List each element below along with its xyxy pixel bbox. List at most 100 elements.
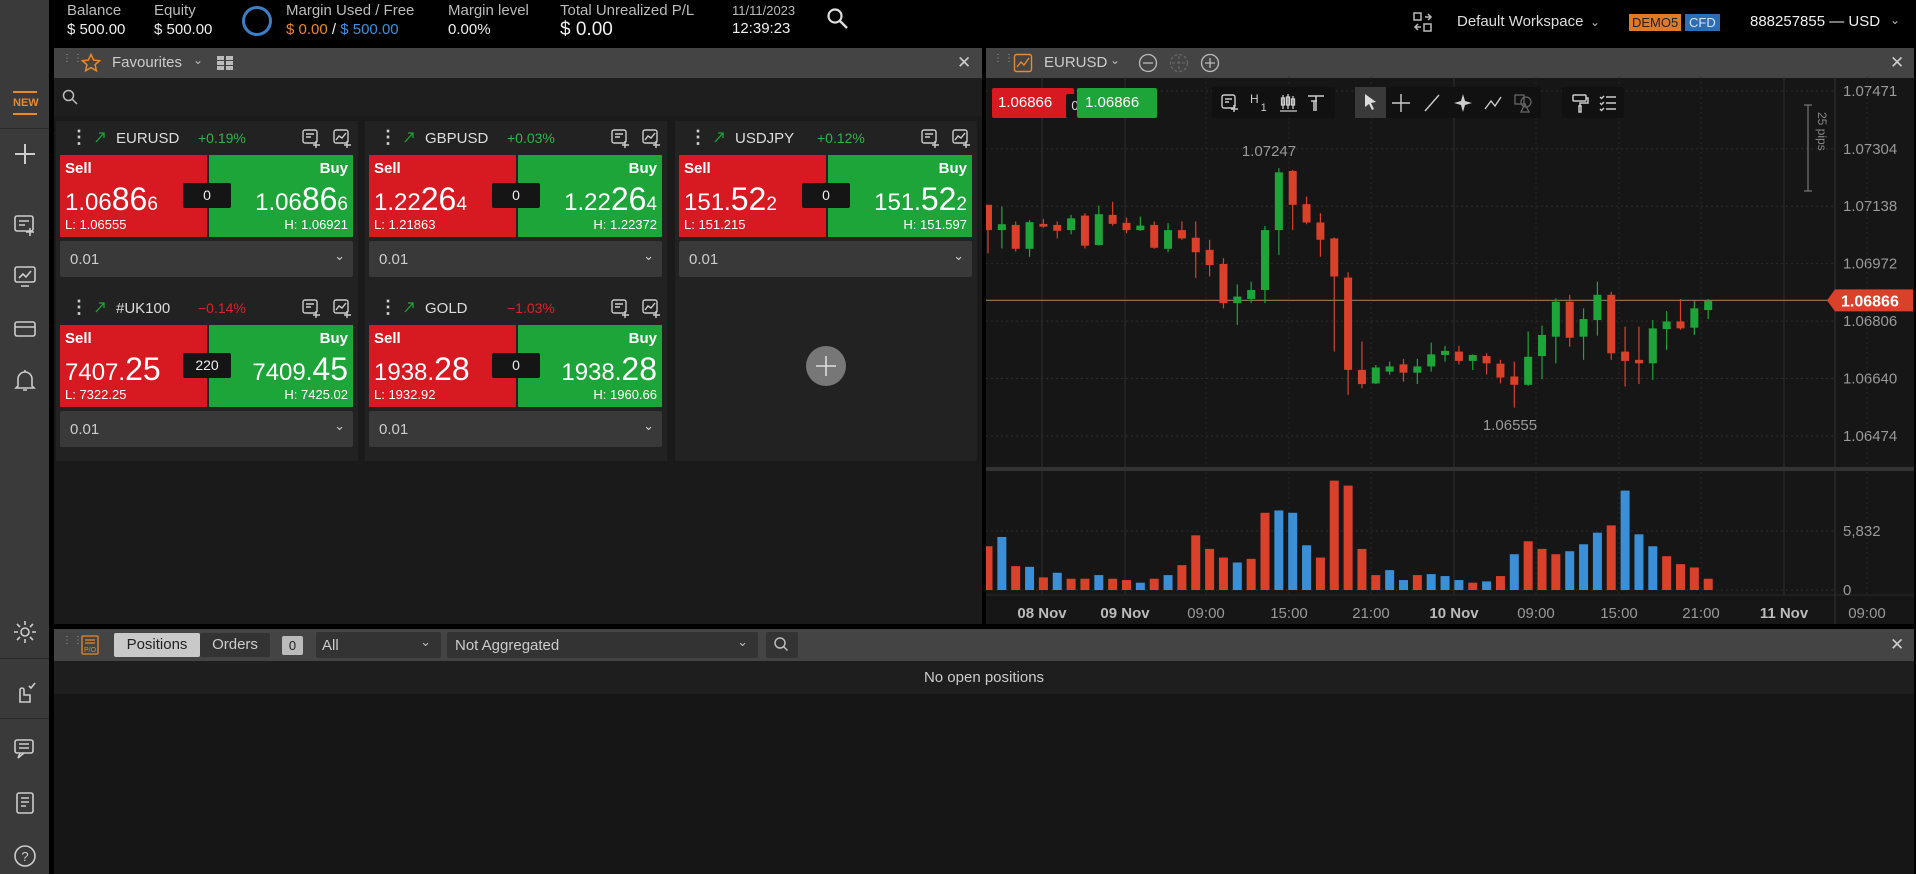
tab-positions[interactable]: Positions [114,633,200,657]
quantity-dropdown[interactable]: 0.01 ⌄ [369,411,662,447]
price-part: 1938. [374,359,435,386]
new-order-icon[interactable] [12,212,38,238]
quantity-dropdown[interactable]: 0.01 ⌄ [60,411,353,447]
volume-bar [1302,545,1312,590]
new-order-icon[interactable] [1220,93,1240,113]
new-features-icon[interactable]: NEW [13,91,39,115]
chart-sell-button[interactable]: 1.06866 [992,88,1074,118]
margin-level-label: Margin level [448,2,529,19]
menu-dots-icon[interactable]: ⋮ [379,128,397,146]
settings-icon[interactable] [12,619,38,645]
candle-body [1219,264,1228,304]
crosshair-icon[interactable] [1391,93,1411,113]
candle-body [1302,204,1311,223]
help-icon[interactable]: ? [12,843,38,869]
buy-label: Buy [938,160,967,177]
volume-bar [1232,562,1242,590]
price-chart[interactable]: 1.07471 1.07304 1.07138 1.06972 1.06806 1.066… [986,77,1914,624]
new-order-icon[interactable] [301,128,321,148]
grid-view-icon[interactable] [217,56,233,70]
workspace-dropdown[interactable]: Default Workspace [1457,13,1583,30]
favourites-title[interactable]: Favourites [112,54,182,71]
price-part: 2 [766,194,777,215]
aggregation-dropdown[interactable]: Not Aggregated ⌄ [447,632,758,658]
switch-workspace-icon[interactable] [1412,11,1434,33]
price-part: 2 [956,194,967,215]
trend-arrow-icon [94,300,106,314]
quantity-dropdown[interactable]: 0.01 ⌄ [369,241,662,277]
close-icon[interactable]: ✕ [1890,635,1904,655]
menu-dots-icon[interactable]: ⋮ [379,298,397,316]
quantity-dropdown[interactable]: 0.01 ⌄ [679,241,972,277]
drag-handle-icon[interactable]: ⋮⋮ [993,54,1014,69]
chart-icon[interactable] [641,298,661,318]
reset-zoom-icon[interactable] [1169,53,1189,73]
plus-icon[interactable] [12,141,38,167]
zoom-in-icon[interactable] [1200,53,1220,73]
text-tool-icon[interactable] [1306,93,1326,113]
close-icon[interactable]: ✕ [1890,53,1904,73]
candlestick-type-icon[interactable] [1278,93,1298,113]
add-instrument-button[interactable] [806,346,846,386]
chevron-down-icon[interactable]: ⌄ [1590,15,1600,29]
search-button[interactable] [766,632,798,658]
drag-handle-icon[interactable]: ⋮⋮ [62,54,83,69]
trend-line-icon[interactable] [1422,93,1442,113]
tile-symbol[interactable]: EURUSD [116,130,179,147]
volume-bar [1052,572,1062,590]
drag-handle-icon[interactable]: ⋮⋮ [62,636,83,651]
divider [0,718,49,719]
y-tick-label: 1.06640 [1843,371,1897,388]
indicators-list-icon[interactable] [1598,93,1618,113]
polyline-icon[interactable] [1483,93,1503,113]
sparkle-tool-icon[interactable] [1453,93,1473,113]
chart-buy-button[interactable]: 1.06866 [1077,88,1157,118]
tile-symbol[interactable]: GBPUSD [425,130,488,147]
chevron-down-icon: ⌄ [953,248,964,263]
tile-header: ⋮ #UK100 −0.14% [56,291,358,325]
volume-bar [1315,557,1325,590]
market-watch-icon[interactable] [12,263,38,289]
tile-symbol[interactable]: USDJPY [735,130,794,147]
new-order-icon[interactable] [610,298,630,318]
new-order-icon[interactable] [301,298,321,318]
tile-symbol[interactable]: #UK100 [116,300,170,317]
search-input[interactable] [54,78,982,116]
zoom-out-icon[interactable] [1138,53,1158,73]
chart-icon[interactable] [332,298,352,318]
one-click-trading-icon[interactable] [12,680,38,706]
menu-dots-icon[interactable]: ⋮ [689,128,707,146]
chevron-down-icon[interactable]: ⌄ [1890,13,1900,27]
spread-value: 0 [183,183,231,208]
chevron-down-icon[interactable]: ⌄ [193,53,203,67]
chat-icon[interactable] [12,736,38,762]
new-order-icon[interactable] [610,128,630,148]
cursor-icon[interactable] [1355,87,1386,118]
tile-symbol[interactable]: GOLD [425,300,468,317]
spread-value: 0 [492,353,540,378]
chart-icon[interactable] [641,128,661,148]
shapes-icon[interactable] [1513,93,1533,113]
quantity-dropdown[interactable]: 0.01 ⌄ [60,241,353,277]
chart-symbol[interactable]: EURUSD [1044,54,1107,71]
chart-icon[interactable] [951,128,971,148]
chart-area[interactable]: 1.07471 1.07304 1.07138 1.06972 1.06806 1.066… [986,77,1914,624]
news-icon[interactable] [12,790,38,816]
chart-icon[interactable] [332,128,352,148]
filter-dropdown[interactable]: All ⌄ [316,632,441,658]
tab-orders[interactable]: Orders [200,633,270,657]
menu-dots-icon[interactable]: ⋮ [70,128,88,146]
paint-roller-icon[interactable] [1570,93,1590,113]
candle-body [1330,238,1339,277]
account-dropdown[interactable]: 888257855 — USD [1750,13,1880,30]
timeframe-button[interactable]: H1 [1250,92,1267,114]
new-order-icon[interactable] [920,128,940,148]
search-icon[interactable] [826,7,850,31]
wallet-icon[interactable] [12,316,38,342]
bell-icon[interactable] [12,368,38,394]
chevron-down-icon[interactable]: ⌄ [1110,53,1120,67]
close-icon[interactable]: ✕ [957,53,971,73]
candle-body [1108,214,1117,224]
sell-label: Sell [374,160,401,177]
menu-dots-icon[interactable]: ⋮ [70,298,88,316]
